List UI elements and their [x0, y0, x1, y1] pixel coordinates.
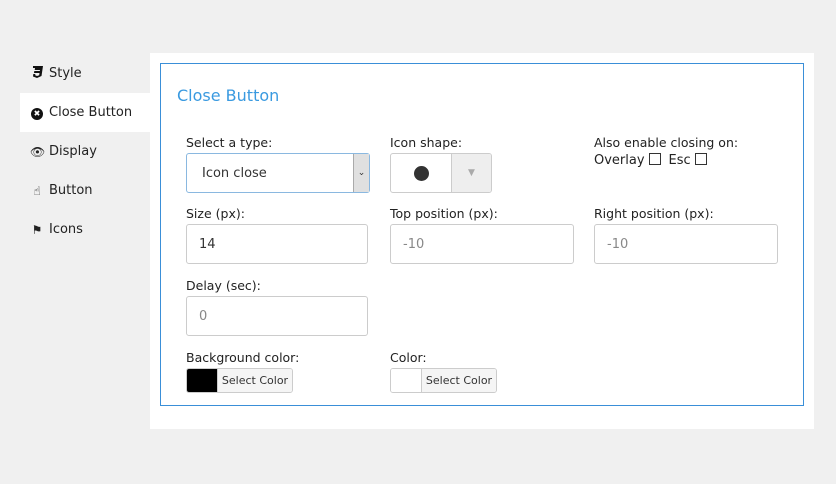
size-label: Size (px):	[186, 206, 245, 221]
esc-checkbox[interactable]	[694, 153, 707, 165]
sidebar-item-button[interactable]: ☝ Button	[20, 171, 150, 210]
settings-panel: Close Button Select a type: Icon close ⌄ …	[150, 53, 814, 429]
type-value: Icon close	[202, 165, 267, 181]
color-label: Color:	[390, 350, 427, 365]
circle-icon	[413, 165, 429, 181]
bg-color-label: Background color:	[186, 350, 300, 365]
color-swatch	[391, 369, 422, 392]
sidebar-item-label: Button	[49, 183, 93, 198]
sidebar-item-label: Display	[49, 144, 97, 159]
hand-pointer-icon: ☝	[33, 183, 41, 198]
chevron-down-icon: ⌄	[353, 154, 369, 192]
sidebar-item-style[interactable]: Style	[20, 54, 150, 93]
overlay-label: Overlay	[594, 153, 645, 168]
flag-icon: ⚑	[31, 222, 43, 237]
type-select[interactable]: Icon close ⌄	[186, 153, 370, 193]
bg-select-color-button[interactable]: Select Color	[218, 369, 292, 392]
closing-label: Also enable closing on:	[594, 135, 739, 150]
shape-label: Icon shape:	[390, 135, 463, 150]
sidebar-item-close-button[interactable]: ✖ Close Button	[20, 93, 150, 132]
esc-label: Esc	[668, 153, 691, 168]
close-button-section: Close Button Select a type: Icon close ⌄ …	[160, 63, 804, 406]
top-label: Top position (px):	[390, 206, 498, 221]
size-input[interactable]: 14	[186, 224, 368, 264]
sidebar-item-label: Style	[49, 66, 82, 81]
type-label: Select a type:	[186, 135, 273, 150]
icon-shape-select[interactable]: ▼	[390, 153, 492, 193]
right-label: Right position (px):	[594, 206, 714, 221]
bg-color-picker[interactable]: Select Color	[186, 368, 293, 393]
delay-input[interactable]: 0	[186, 296, 368, 336]
right-position-input[interactable]: -10	[594, 224, 778, 264]
sidebar-item-icons[interactable]: ⚑ Icons	[20, 210, 150, 249]
sidebar-item-label: Icons	[49, 222, 83, 237]
color-picker[interactable]: Select Color	[390, 368, 497, 393]
css3-icon	[30, 66, 44, 81]
section-title: Close Button	[177, 86, 280, 105]
overlay-checkbox[interactable]	[648, 153, 661, 165]
times-circle-icon: ✖	[30, 105, 44, 120]
select-color-button[interactable]: Select Color	[422, 369, 496, 392]
bg-color-swatch	[187, 369, 218, 392]
sidebar: Style ✖ Close Button 👁 Display ☝ Button ⚑ Ic…	[20, 54, 150, 249]
delay-label: Delay (sec):	[186, 278, 261, 293]
caret-down-icon: ▼	[451, 154, 491, 192]
sidebar-item-display[interactable]: 👁 Display	[20, 132, 150, 171]
sidebar-item-label: Close Button	[49, 105, 133, 120]
top-position-input[interactable]: -10	[390, 224, 574, 264]
eye-icon: 👁	[30, 144, 46, 159]
